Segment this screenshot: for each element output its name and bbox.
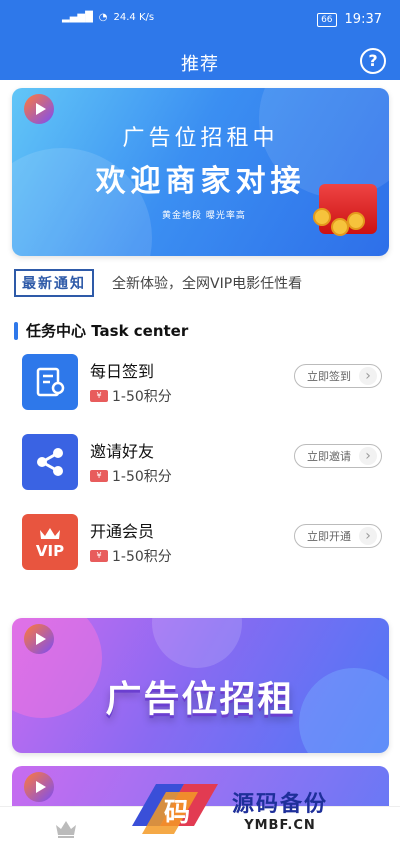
svg-text:VIP: VIP [36,542,64,560]
button-label: 立即邀请 [307,450,351,463]
banner-line3: 黄金地段 曝光率高 [162,211,246,221]
reward-text: 1-50积分 [112,389,172,405]
battery-icon: 66 [317,12,337,27]
notice-bar[interactable]: 最新通知 全新体验，全网VIP电影任性看 [14,266,386,300]
header: 推荐 ? [0,46,400,80]
task-center-heading: 任务中心 Task center [14,320,188,341]
signal-icon: ▂▄▆█ [62,12,93,23]
network-speed: 24.4 K/s [113,12,155,23]
banner-bottom-text: 广告位招租 [105,679,296,720]
chevron-right-icon: › [359,367,377,385]
checkin-certificate-icon [22,354,78,410]
heading-accent-bar [14,321,18,340]
reward-text: 1-50积分 [112,549,172,565]
button-label: 立即开通 [307,530,351,543]
banner-line1: 广告位招租中 [122,126,279,151]
status-right: 66 19:37 [317,12,382,27]
vip-open-button[interactable]: 立即开通 › [294,524,382,548]
coin-icon [347,212,365,230]
chevron-right-icon: › [359,447,377,465]
task-reward: ¥1-50积分 [90,546,172,566]
watermark-text: 源码备份 YMBF.CN [232,786,328,833]
task-center-title: 任务中心 Task center [26,322,189,340]
task-name: 开通会员 [90,522,155,541]
help-button[interactable]: ? [360,48,386,74]
task-name: 每日签到 [90,362,155,381]
page-title: 推荐 [181,54,219,75]
task-item-checkin: 每日签到 ¥1-50积分 立即签到 › [22,354,382,412]
task-item-vip: VIP 开通会员 ¥1-50积分 立即开通 › [22,514,382,572]
decor-blob [152,618,242,668]
clock: 19:37 [344,12,382,27]
ad-banner-bottom[interactable]: 广告位招租 [12,618,389,753]
checkin-button[interactable]: 立即签到 › [294,364,382,388]
task-reward: ¥1-50积分 [90,466,172,486]
watermark-title: 源码备份 [232,791,329,817]
coupon-icon: ¥ [90,470,108,482]
task-item-invite: 邀请好友 ¥1-50积分 立即邀请 › [22,434,382,492]
coupon-icon: ¥ [90,390,108,402]
play-logo-icon [24,772,54,802]
ad-banner-top[interactable]: 广告位招租中 欢迎商家对接 黄金地段 曝光率高 [12,88,389,256]
watermark-char: 码 [164,798,191,828]
watermark-subtitle: YMBF.CN [244,817,316,833]
status-bar: ▂▄▆█ ◔ 24.4 K/s 66 19:37 [0,0,400,46]
share-icon [22,434,78,490]
play-logo-icon [24,624,54,654]
task-reward: ¥1-50积分 [90,386,172,406]
invite-button[interactable]: 立即邀请 › [294,444,382,468]
task-name: 邀请好友 [90,442,155,461]
watermark: 码 源码备份 YMBF.CN [122,776,380,842]
notice-badge: 最新通知 [14,269,94,297]
watermark-logo: 码 [122,780,232,838]
coin-icon [313,208,331,226]
reward-text: 1-50积分 [112,469,172,485]
status-left: ▂▄▆█ ◔ 24.4 K/s [62,12,154,23]
wifi-icon: ◔ [98,12,108,23]
coupon-icon: ¥ [90,550,108,562]
notice-text: 全新体验，全网VIP电影任性看 [112,276,303,292]
vip-crown-icon: VIP [22,514,78,570]
tab-vip-crown-icon[interactable] [54,819,78,839]
button-label: 立即签到 [307,370,351,383]
chevron-right-icon: › [359,527,377,545]
